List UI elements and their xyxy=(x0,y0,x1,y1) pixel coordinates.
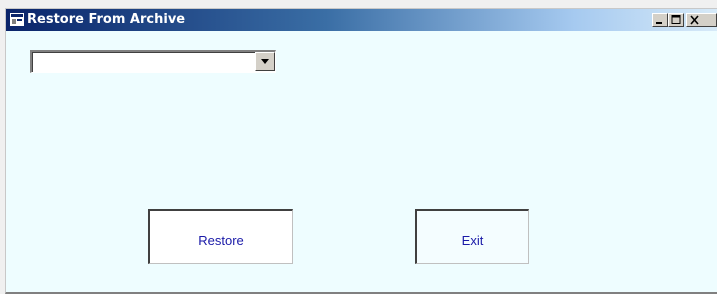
minimize-icon xyxy=(656,22,662,24)
exit-button[interactable]: Exit xyxy=(415,209,529,264)
archive-select-combobox[interactable] xyxy=(30,50,276,73)
chevron-down-icon xyxy=(261,59,269,64)
maximize-button[interactable] xyxy=(668,13,684,27)
app-window-icon xyxy=(10,13,24,26)
maximize-icon xyxy=(671,15,681,24)
restore-button-label: Restore xyxy=(198,233,244,248)
restore-from-archive-window: Restore From Archive Restore Exit xyxy=(5,8,717,294)
minimize-button[interactable] xyxy=(652,13,668,27)
close-icon xyxy=(690,15,699,25)
window-title: Restore From Archive xyxy=(27,12,186,27)
exit-button-label: Exit xyxy=(461,233,484,248)
archive-select-dropdown-button[interactable] xyxy=(255,52,275,71)
title-bar[interactable]: Restore From Archive xyxy=(6,9,717,31)
restore-button[interactable]: Restore xyxy=(148,209,293,264)
close-button[interactable] xyxy=(686,13,717,27)
